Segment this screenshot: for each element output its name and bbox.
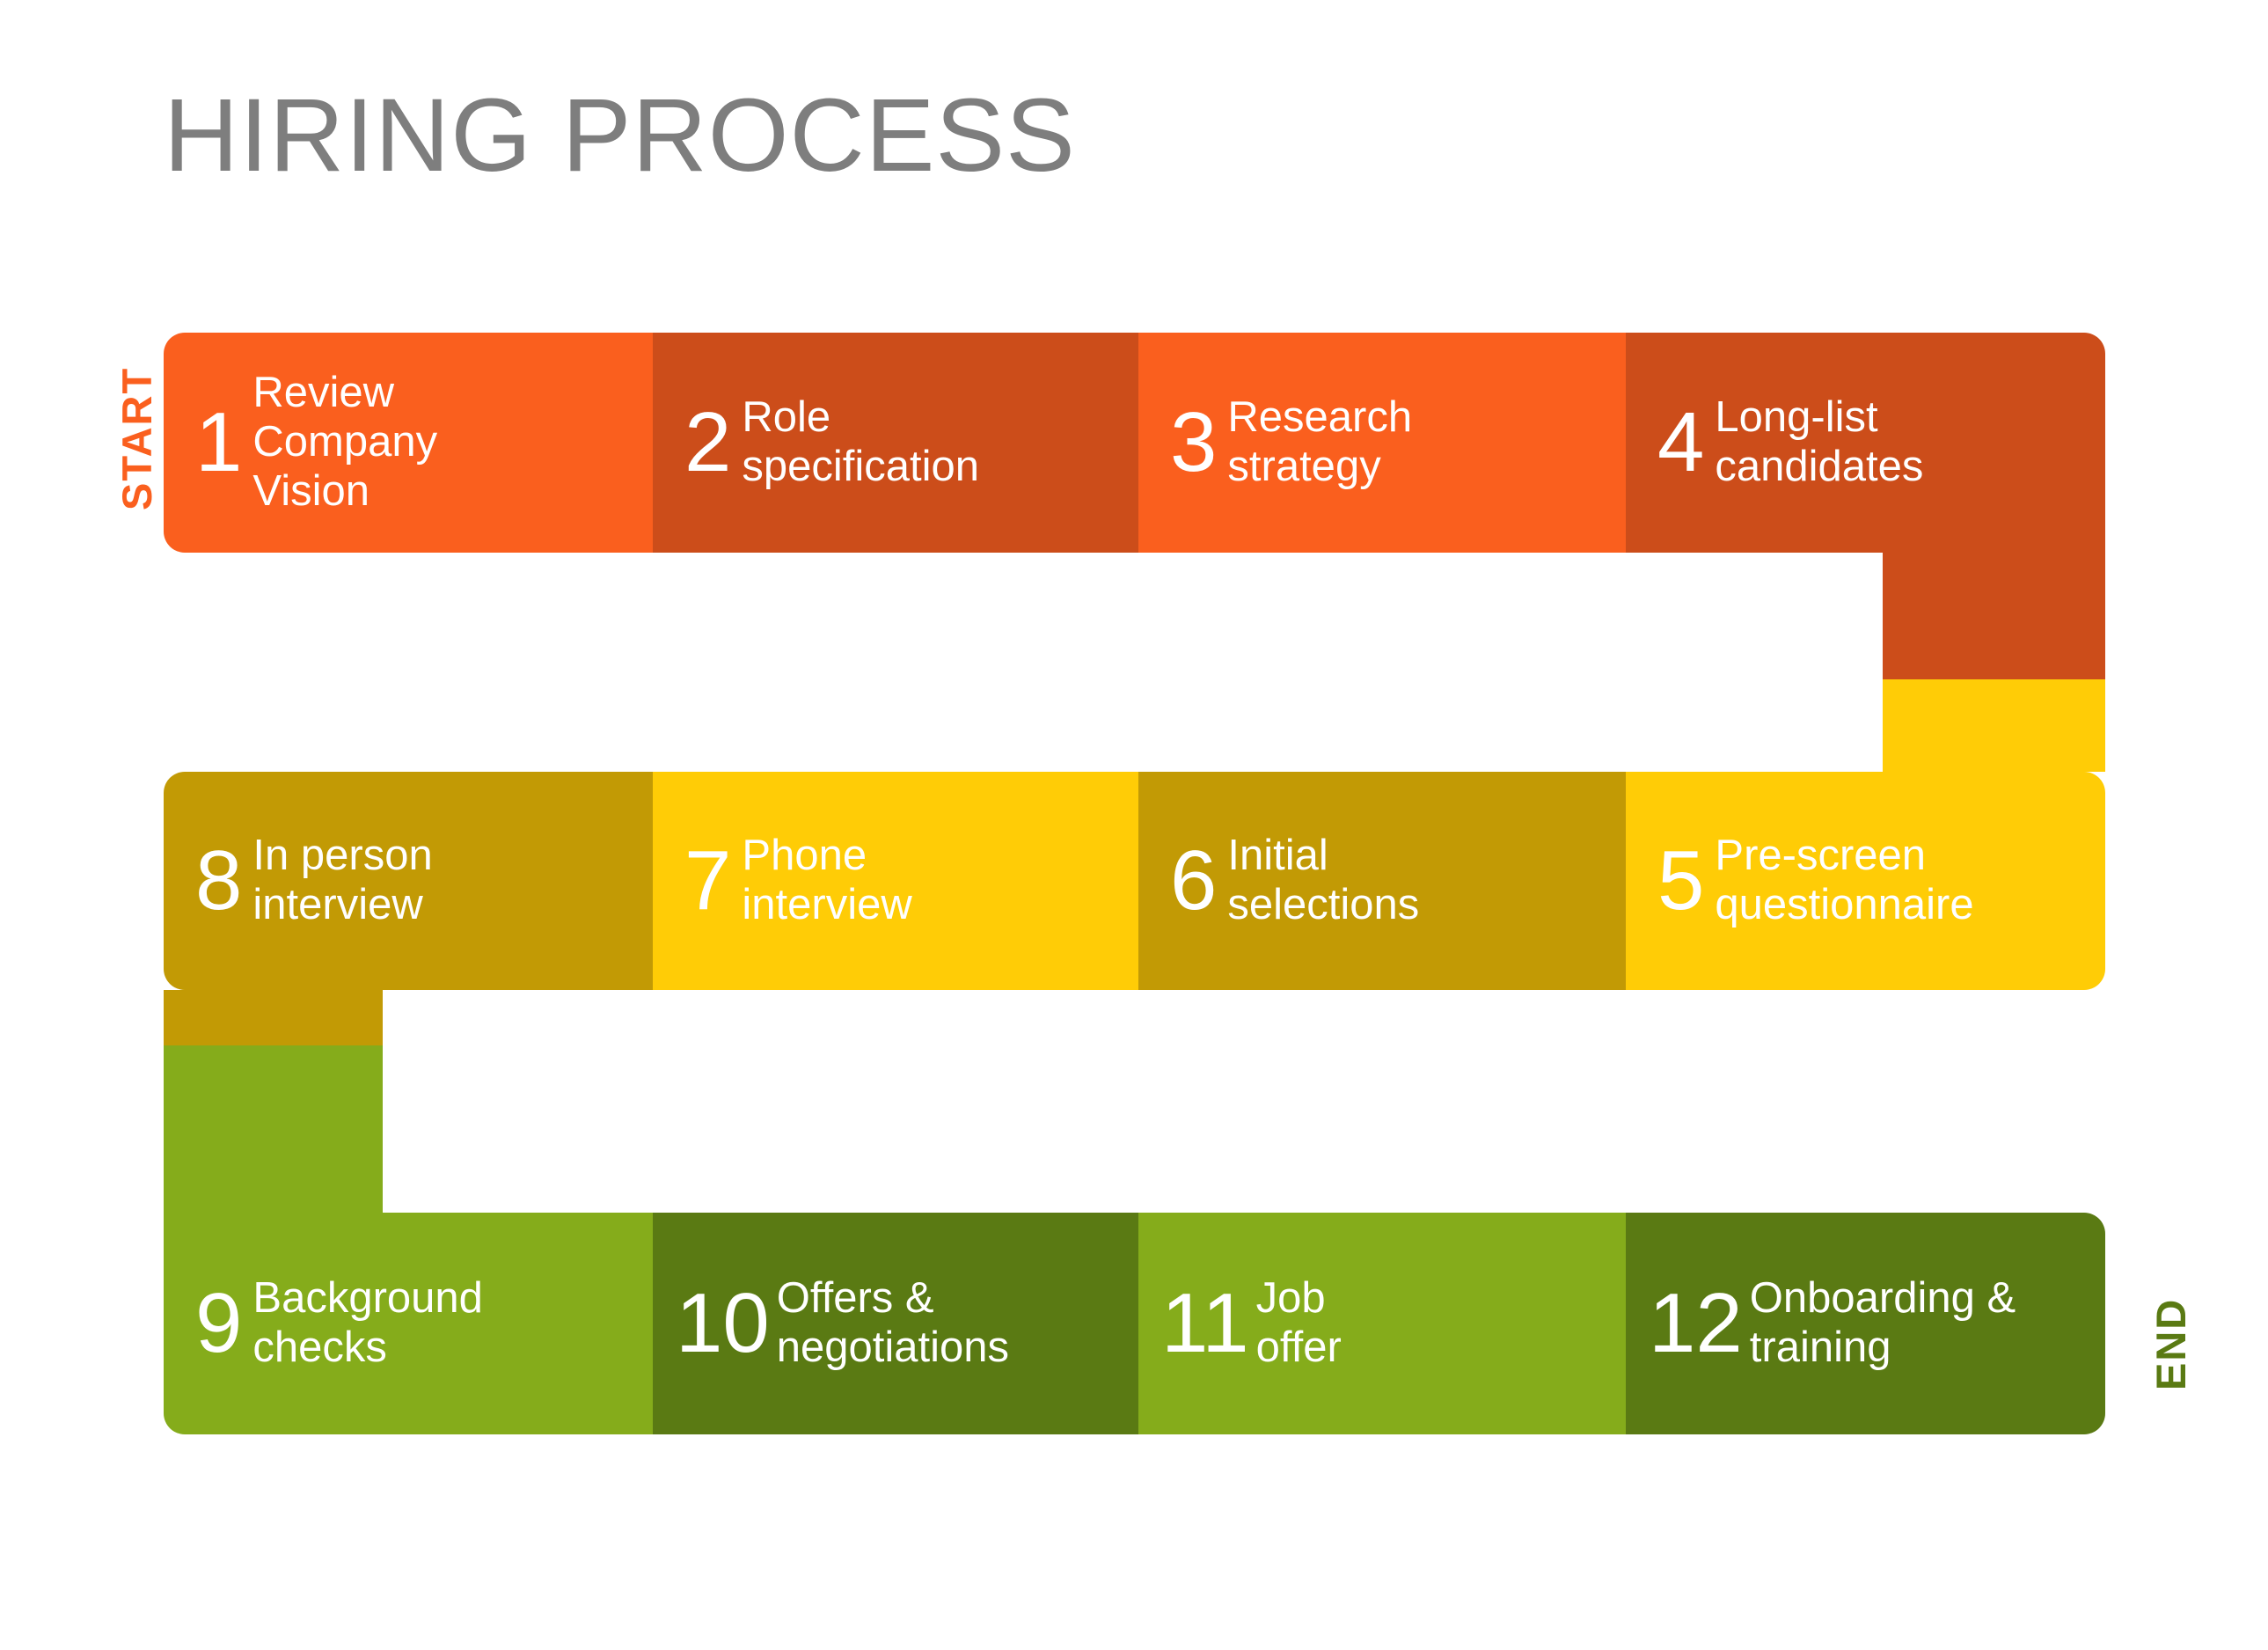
connector-4-to-5-lower xyxy=(1883,679,2105,772)
end-label: END xyxy=(2147,1297,2194,1390)
step-label-3: Research strategy xyxy=(1227,393,1413,490)
step-label-6: Initial selections xyxy=(1227,832,1420,928)
connector-4-to-5-upper xyxy=(1883,553,2105,679)
step-box-4[interactable]: 4 Long-list candidates xyxy=(1626,333,2105,553)
step-box-11[interactable]: 11 Job offer xyxy=(1138,1213,1626,1434)
step-box-12[interactable]: 12 Onboarding & training xyxy=(1626,1213,2105,1434)
step-number-11: 11 xyxy=(1161,1276,1249,1371)
step-label-5: Pre-screen questionnaire xyxy=(1715,832,1974,928)
connector-8-to-9-lower xyxy=(164,1045,383,1213)
step-number-4: 4 xyxy=(1657,395,1705,490)
step-number-6: 6 xyxy=(1170,833,1218,928)
step-label-11: Job offer xyxy=(1255,1274,1342,1371)
step-label-7: Phone interview xyxy=(742,832,912,928)
step-number-3: 3 xyxy=(1170,395,1218,490)
step-number-12: 12 xyxy=(1649,1276,1743,1371)
step-box-9[interactable]: 9 Background checks xyxy=(164,1213,653,1434)
step-number-10: 10 xyxy=(676,1276,770,1371)
step-label-12: Onboarding & training xyxy=(1749,1274,2016,1371)
step-box-3[interactable]: 3 Research strategy xyxy=(1138,333,1626,553)
connector-8-to-9-upper xyxy=(164,990,383,1045)
step-box-8[interactable]: 8 In person interview xyxy=(164,772,653,990)
step-label-10: Offers & negotiations xyxy=(776,1274,1010,1371)
step-box-1[interactable]: 1 Review Company Vision xyxy=(164,333,653,553)
step-number-7: 7 xyxy=(684,833,732,928)
step-label-2: Role specification xyxy=(742,393,980,490)
step-box-5[interactable]: 5 Pre-screen questionnaire xyxy=(1626,772,2105,990)
step-number-8: 8 xyxy=(195,833,243,928)
step-box-10[interactable]: 10 Offers & negotiations xyxy=(653,1213,1138,1434)
page-title: HIRING PROCESS xyxy=(164,77,1076,194)
start-label: START xyxy=(113,366,160,510)
step-number-9: 9 xyxy=(195,1276,243,1371)
step-label-9: Background checks xyxy=(252,1274,483,1371)
step-box-2[interactable]: 2 Role specification xyxy=(653,333,1138,553)
step-number-2: 2 xyxy=(684,395,732,490)
hiring-process-infographic: HIRING PROCESS START END 1 Review Compan… xyxy=(0,0,2268,1650)
step-label-1: Review Company Vision xyxy=(252,369,438,515)
step-label-8: In person interview xyxy=(252,832,433,928)
step-number-1: 1 xyxy=(195,395,243,490)
step-number-5: 5 xyxy=(1657,833,1705,928)
step-box-6[interactable]: 6 Initial selections xyxy=(1138,772,1626,990)
step-label-4: Long-list candidates xyxy=(1715,393,1924,490)
step-box-7[interactable]: 7 Phone interview xyxy=(653,772,1138,990)
